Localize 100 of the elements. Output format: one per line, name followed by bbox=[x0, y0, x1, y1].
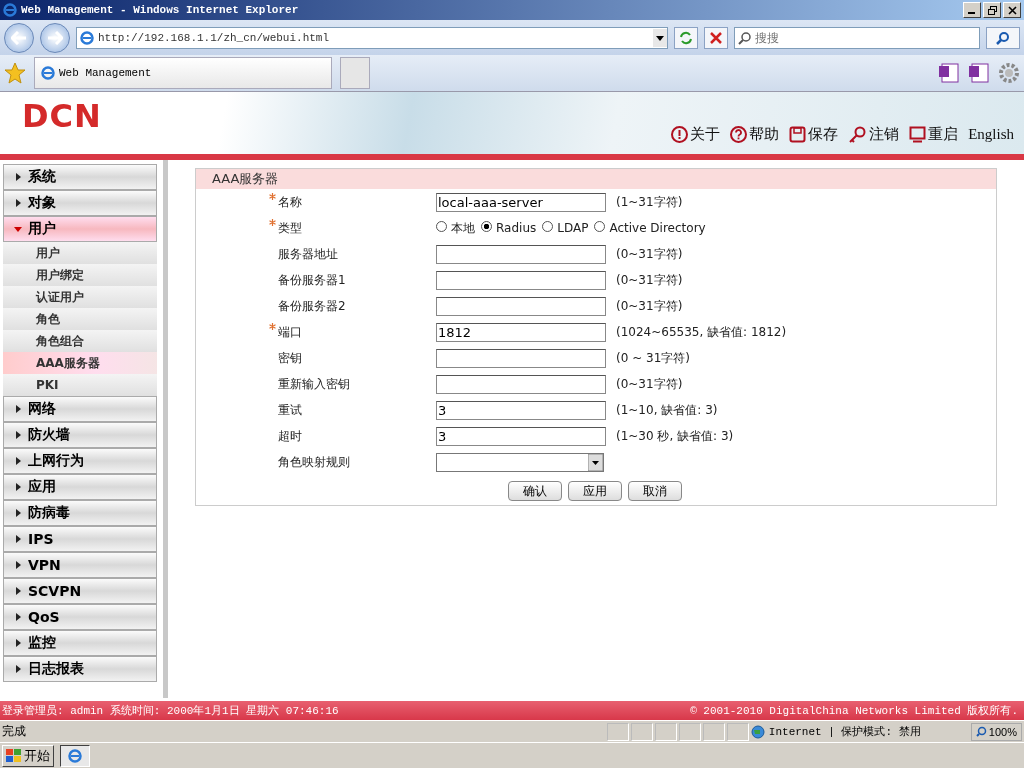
caret-right-icon bbox=[14, 535, 22, 543]
sidebar-item[interactable]: 系统 bbox=[3, 164, 157, 190]
header-link[interactable]: English bbox=[968, 126, 1014, 143]
star-icon[interactable] bbox=[4, 62, 26, 84]
copyright: © 2001-2010 DigitalChina Networks Limited 版权所有. bbox=[690, 704, 1018, 718]
browser-tab[interactable]: Web Management bbox=[34, 57, 332, 89]
close-icon bbox=[710, 31, 722, 44]
sidebar-item[interactable]: 应用 bbox=[3, 474, 157, 500]
search-field[interactable]: 搜搜 bbox=[734, 26, 980, 49]
sidebar-item[interactable]: QoS bbox=[3, 604, 157, 630]
caret-right-icon bbox=[14, 509, 22, 517]
header-link[interactable]: 注销 bbox=[848, 125, 900, 144]
gear-icon[interactable] bbox=[998, 62, 1020, 84]
field-label: 备份服务器1 bbox=[278, 271, 347, 289]
header-link[interactable]: 关于 bbox=[671, 125, 721, 144]
sidebar-item[interactable]: IPS bbox=[3, 526, 157, 552]
form-button[interactable]: 应用 bbox=[568, 481, 622, 501]
caret-right-icon bbox=[14, 639, 22, 647]
start-button[interactable]: 开始 bbox=[2, 744, 54, 767]
field-hint: (0~31字符) bbox=[615, 271, 684, 289]
zoom-button[interactable]: 100% bbox=[970, 722, 1022, 741]
browser-taskbar-button[interactable] bbox=[60, 744, 90, 767]
refresh-icon bbox=[679, 30, 693, 45]
sidebar-item[interactable]: SCVPN bbox=[3, 578, 157, 604]
text-field[interactable] bbox=[436, 296, 606, 316]
caret-down-icon bbox=[14, 225, 22, 233]
sidebar-item[interactable]: 监控 bbox=[3, 630, 157, 656]
browser-e-icon bbox=[3, 3, 17, 17]
sidebar-subitem[interactable]: 认证用户 bbox=[3, 286, 157, 308]
browser-e-icon bbox=[41, 66, 55, 80]
caret-right-icon bbox=[14, 431, 22, 439]
search-button[interactable] bbox=[986, 26, 1020, 49]
forward-button[interactable] bbox=[40, 22, 70, 53]
sidebar-item[interactable]: 日志报表 bbox=[3, 656, 157, 682]
select-field[interactable] bbox=[436, 452, 604, 472]
status-bar-cell bbox=[678, 722, 701, 741]
status-bar-cell bbox=[726, 722, 749, 741]
field-label: 名称 bbox=[278, 193, 303, 211]
sidebar-subitem[interactable]: 用户 bbox=[3, 242, 157, 264]
radio-button[interactable] bbox=[594, 220, 606, 232]
text-field[interactable]: 1812 bbox=[436, 322, 606, 342]
field-label: 类型 bbox=[278, 219, 303, 237]
window-title: Web Management - Windows Internet Explorer bbox=[21, 4, 300, 16]
sidebar-item[interactable]: 网络 bbox=[3, 396, 157, 422]
browser-e-icon bbox=[80, 30, 94, 45]
text-field[interactable] bbox=[436, 348, 606, 368]
header-link[interactable]: 重启 bbox=[909, 125, 959, 144]
sidebar-item[interactable]: 防病毒 bbox=[3, 500, 157, 526]
sidebar-item[interactable]: 对象 bbox=[3, 190, 157, 216]
arrow-left-icon bbox=[11, 30, 27, 45]
sidebar-subitem[interactable]: 角色组合 bbox=[3, 330, 157, 352]
sidebar-item[interactable]: 用户 bbox=[3, 216, 157, 242]
sidebar-subitem[interactable]: 用户绑定 bbox=[3, 264, 157, 286]
status-text: 完成 bbox=[2, 723, 27, 740]
sidebar-subitem[interactable]: PKI bbox=[3, 374, 157, 396]
stop-button[interactable] bbox=[704, 26, 728, 49]
sidebar-item[interactable]: 防火墙 bbox=[3, 422, 157, 448]
text-field[interactable]: local-aaa-server bbox=[436, 192, 606, 212]
asterisk-icon bbox=[269, 323, 276, 330]
sidebar-item[interactable]: 上网行为 bbox=[3, 448, 157, 474]
field-hint: (1~10, 缺省值: 3) bbox=[615, 401, 719, 419]
restore-button[interactable] bbox=[983, 2, 1001, 18]
sidebar-subitem[interactable]: 角色 bbox=[3, 308, 157, 330]
minimize-button[interactable] bbox=[963, 2, 981, 18]
field-hint: (1024~65535, 缺省值: 1812) bbox=[615, 323, 788, 341]
header-link[interactable]: 保存 bbox=[789, 125, 839, 144]
text-field[interactable] bbox=[436, 374, 606, 394]
field-label: 服务器地址 bbox=[278, 245, 339, 263]
field-hint: (0 ~ 31字符) bbox=[615, 349, 691, 367]
sidebar-item[interactable]: VPN bbox=[3, 552, 157, 578]
caret-right-icon bbox=[14, 173, 22, 181]
field-hint: (0~31字符) bbox=[615, 245, 684, 263]
radio-label: Radius bbox=[496, 221, 537, 235]
sidebar-subitem[interactable]: AAA服务器 bbox=[3, 352, 157, 374]
back-button[interactable] bbox=[4, 22, 34, 53]
note-icon[interactable] bbox=[968, 63, 990, 83]
text-field[interactable] bbox=[436, 244, 606, 264]
radio-button[interactable] bbox=[436, 220, 447, 232]
caret-right-icon bbox=[14, 613, 22, 621]
radio-button[interactable] bbox=[481, 220, 492, 232]
caret-right-icon bbox=[14, 483, 22, 491]
monitor-icon bbox=[909, 126, 927, 143]
address-field[interactable]: http://192.168.1.1/zh_cn/webui.html bbox=[76, 26, 668, 49]
refresh-button[interactable] bbox=[674, 26, 698, 49]
text-field[interactable]: 3 bbox=[436, 426, 606, 446]
field-hint: (1~31字符) bbox=[615, 193, 684, 211]
text-field[interactable]: 3 bbox=[436, 400, 606, 420]
header-link[interactable]: 帮助 bbox=[730, 125, 780, 144]
status-bar-cell bbox=[606, 722, 629, 741]
windows-logo-icon bbox=[6, 748, 22, 763]
caret-right-icon bbox=[14, 199, 22, 207]
radio-button[interactable] bbox=[542, 220, 554, 232]
login-info: 登录管理员: admin 系统时间: 2000年1月1日 星期六 07:46:16 bbox=[2, 704, 339, 718]
note-icon[interactable] bbox=[938, 63, 960, 83]
form-button[interactable]: 取消 bbox=[628, 481, 682, 501]
close-button[interactable] bbox=[1003, 2, 1021, 18]
form-button[interactable]: 确认 bbox=[508, 481, 562, 501]
panel-title: AAA服务器 bbox=[196, 169, 996, 189]
text-field[interactable] bbox=[436, 270, 606, 290]
close-icon bbox=[1007, 5, 1017, 15]
